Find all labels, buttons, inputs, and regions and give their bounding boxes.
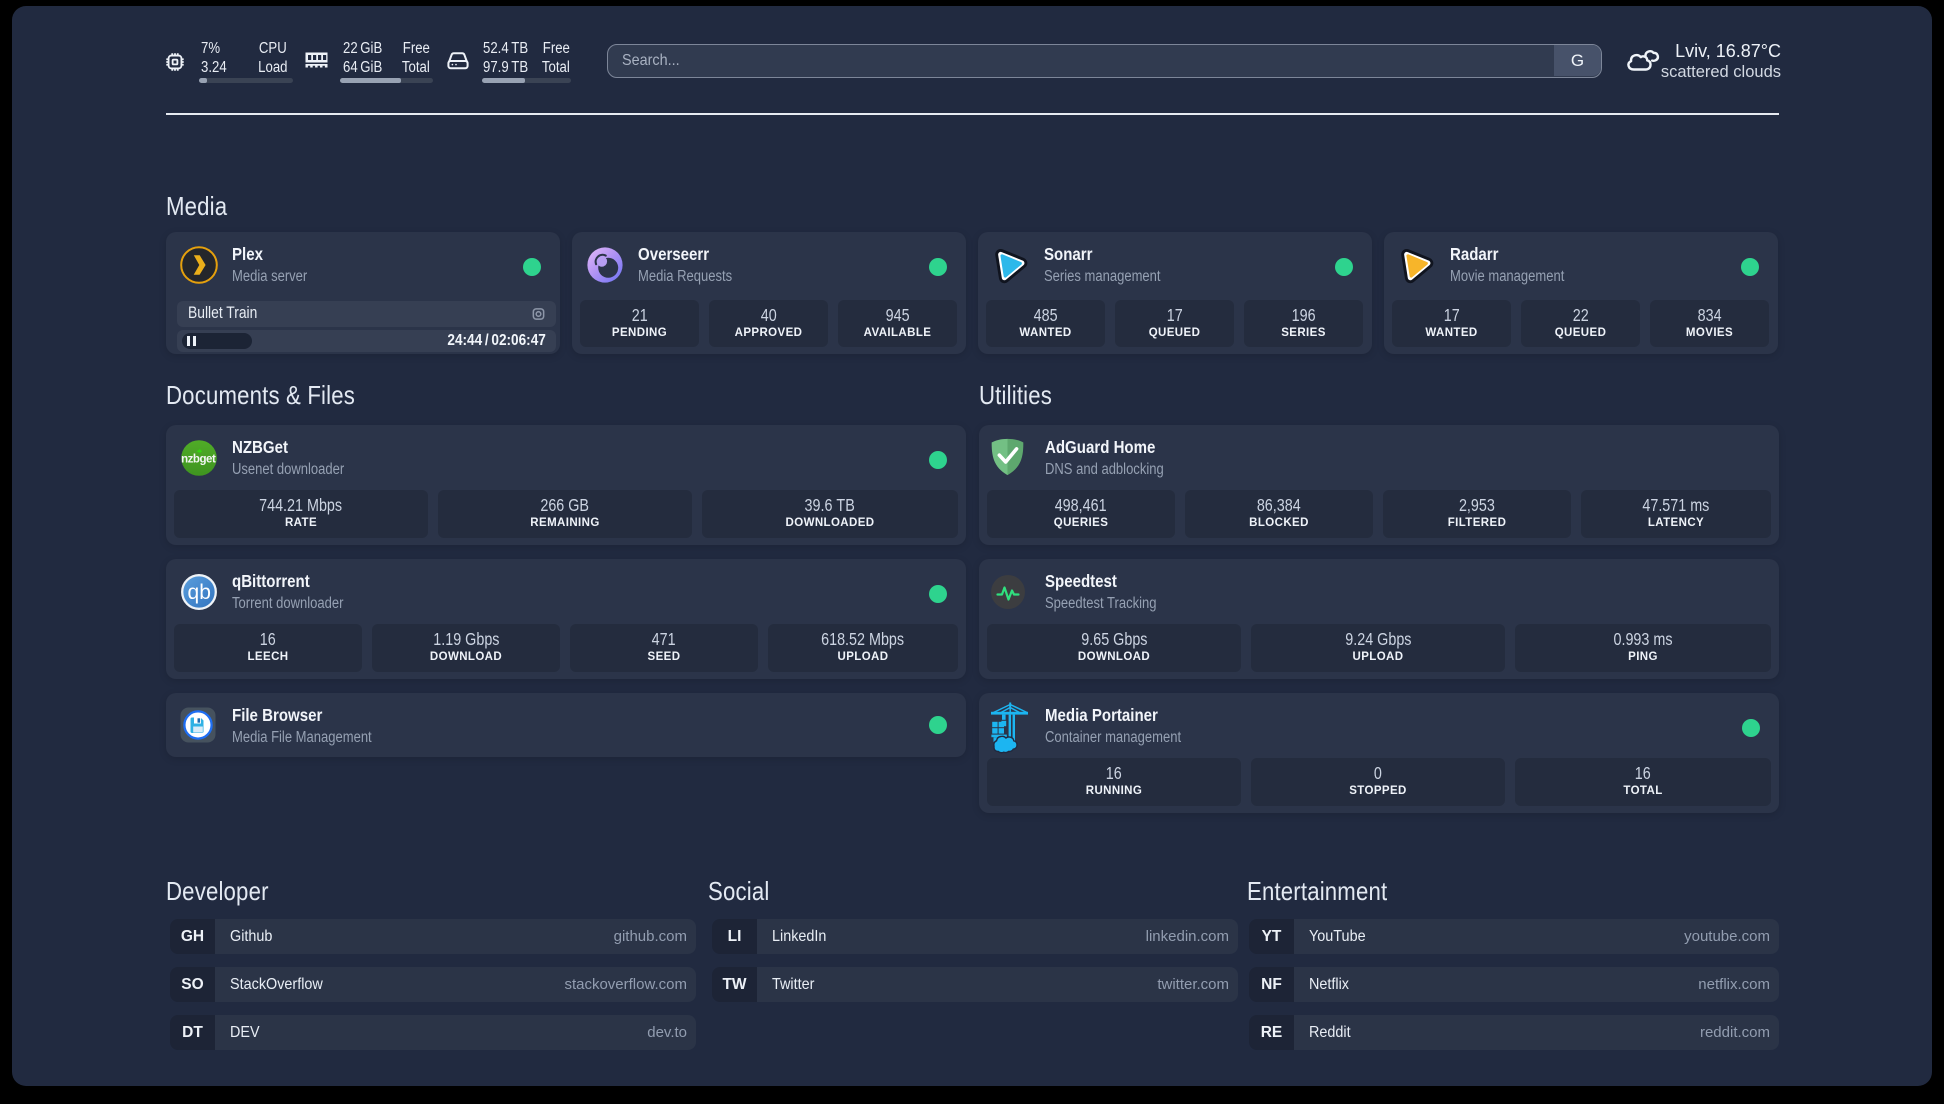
- svg-text:nzbget: nzbget: [181, 452, 216, 465]
- svg-text:qb: qb: [188, 581, 211, 604]
